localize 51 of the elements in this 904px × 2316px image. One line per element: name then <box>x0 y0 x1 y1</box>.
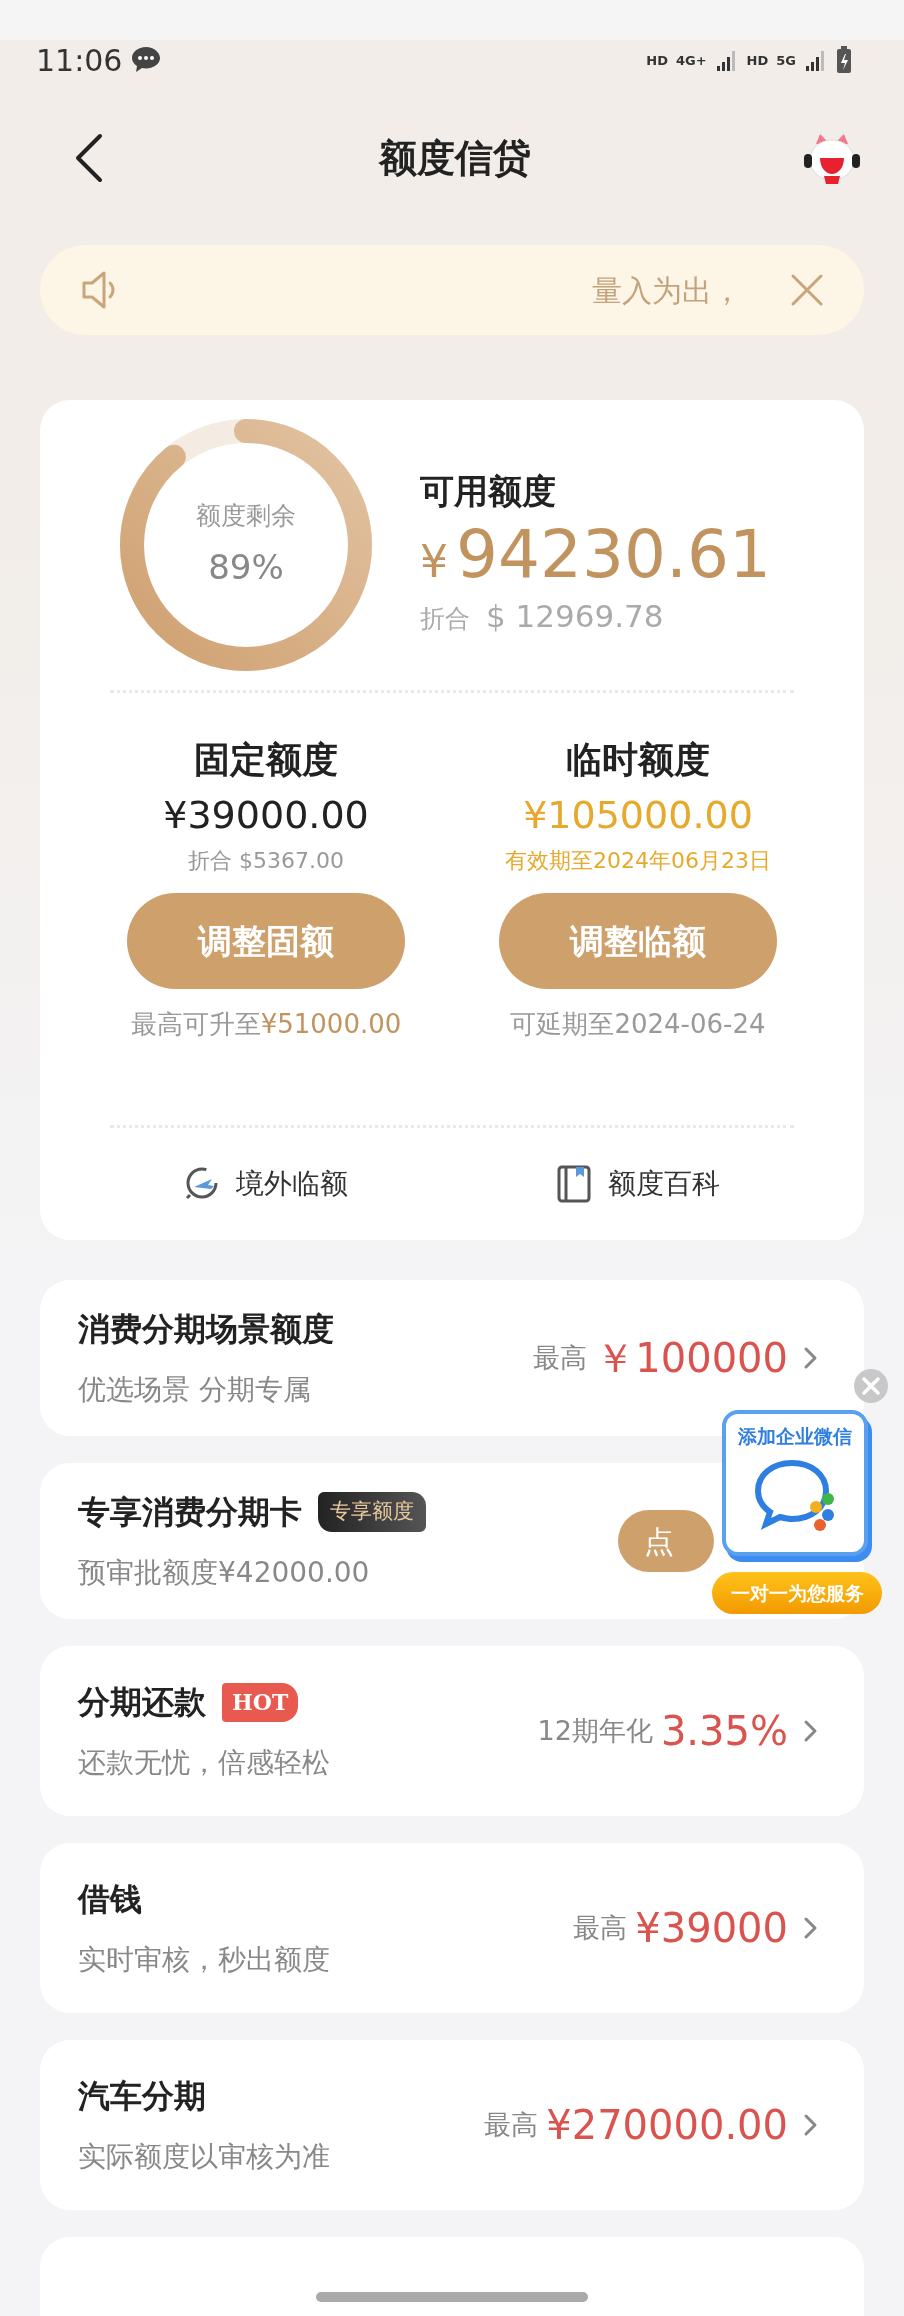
amount-value: 3.35% <box>660 1707 788 1756</box>
close-icon[interactable] <box>790 273 824 307</box>
product-title: 汽车分期 <box>78 2076 206 2117</box>
network-indicator: HD <box>646 53 668 67</box>
converted-label: 折合 <box>420 603 470 636</box>
amount-prefix: 12期年化 <box>537 1713 653 1748</box>
product-card[interactable]: 分期还款 HOT 还款无忧，倍感轻松 12期年化 3.35% <box>40 1646 864 1816</box>
product-title: 分期还款 <box>78 1682 206 1723</box>
product-card[interactable]: 借钱 实时审核，秒出额度 最高 ¥39000 <box>40 1843 864 2013</box>
limit-amount: ¥39000.00 <box>163 792 369 839</box>
amount-prefix: 最高 <box>484 2107 539 2142</box>
amount-prefix: 最高 <box>533 1340 588 1375</box>
network-indicator: 4G+ <box>676 53 707 67</box>
product-subtitle: 预审批额度¥42000.00 <box>78 1555 371 1591</box>
product-title: 借钱 <box>78 1879 142 1920</box>
amount-value: ¥39000 <box>635 1904 788 1953</box>
converted-amount: $ 12969.78 <box>486 597 664 637</box>
product-title: 消费分期场景额度 <box>78 1309 334 1350</box>
limit-subtext: 有效期至2024年06月23日 <box>505 847 771 875</box>
limit-note: 最高可升至¥51000.00 <box>130 1008 402 1041</box>
status-time: 11:06 <box>36 41 123 80</box>
product-subtitle: 优选场景 分期专属 <box>78 1372 312 1408</box>
limit-amount: ¥105000.00 <box>523 792 753 839</box>
limit-title: 临时额度 <box>566 738 710 782</box>
battery-icon <box>836 46 852 74</box>
limit-subtext: 折合 $5367.00 <box>188 847 344 875</box>
shortcut-link[interactable]: 额度百科 <box>556 1163 720 1205</box>
limit-note: 可延期至2024-06-24 <box>510 1008 766 1041</box>
shortcut-link[interactable]: 境外临额 <box>184 1163 348 1205</box>
message-icon <box>130 45 163 75</box>
close-icon[interactable] <box>853 1368 889 1404</box>
limit-title: 固定额度 <box>194 738 338 782</box>
page-title: 额度信贷 <box>379 134 531 182</box>
hot-badge: HOT <box>222 1682 299 1722</box>
amount-value: ￥100000 <box>595 1334 788 1383</box>
product-title: 专享消费分期卡 <box>78 1492 302 1533</box>
amount-prefix: 最高 <box>573 1910 628 1945</box>
network-indicator: 5G <box>776 53 796 67</box>
available-title: 可用额度 <box>420 470 557 514</box>
book-icon <box>556 1165 592 1203</box>
product-subtitle: 还款无忧，倍感轻松 <box>78 1745 330 1781</box>
amount-value: ¥270000.00 <box>546 2101 788 2150</box>
product-card[interactable]: 汽车分期 实际额度以审核为准 最高 ¥270000.00 <box>40 2040 864 2210</box>
product-subtitle: 实际额度以审核为准 <box>78 2139 330 2175</box>
available-amount: ¥94230.61 <box>420 517 771 594</box>
network-indicator: HD <box>746 53 769 67</box>
ring-label: 额度剩余 <box>196 499 296 532</box>
product-tag: 专享额度 <box>318 1492 426 1532</box>
product-subtitle: 实时审核，秒出额度 <box>78 1942 330 1978</box>
ring-percent: 89% <box>208 546 284 590</box>
notice-text: 量入为出， <box>592 271 742 310</box>
